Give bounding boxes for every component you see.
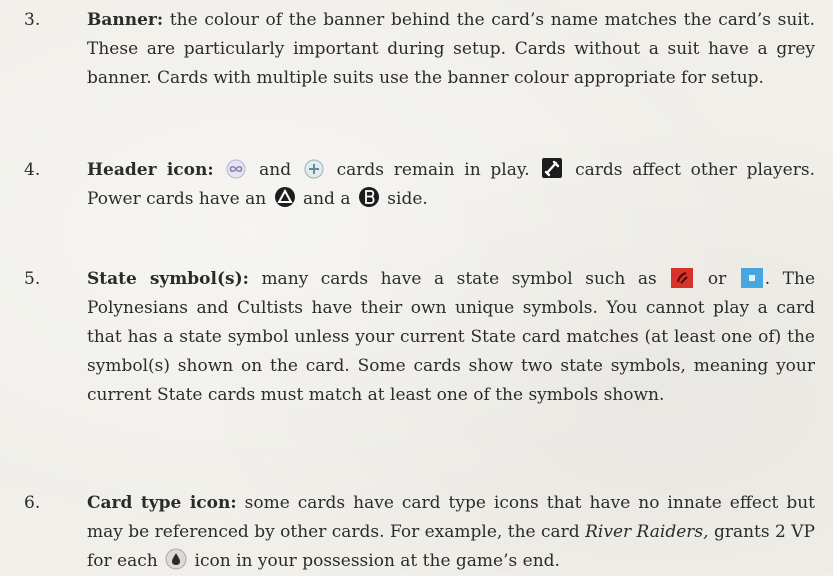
drop-icon bbox=[165, 548, 187, 570]
item-term: State symbol(s): bbox=[87, 269, 249, 289]
item-term: Banner: bbox=[87, 10, 164, 30]
blue-state-icon bbox=[740, 268, 763, 288]
item-text-segment: icon in your possession at the game’s en… bbox=[194, 551, 560, 571]
item-term: Header icon: bbox=[87, 160, 214, 180]
item-text-segment: side. bbox=[387, 189, 428, 209]
item-text-segment: or bbox=[707, 269, 727, 289]
item-body: Header icon: and cards remain in play. c… bbox=[87, 156, 815, 214]
rules-page: 3. Banner: the colour of the banner behi… bbox=[0, 0, 833, 575]
item-term: Card type icon: bbox=[87, 493, 237, 513]
attack-icon bbox=[541, 157, 563, 179]
item-text-segment: . The Polynesians and Cultists have thei… bbox=[87, 269, 816, 405]
item-text-segment: and a bbox=[302, 189, 351, 209]
item-body: Card type icon: some cards have card typ… bbox=[87, 489, 815, 576]
power-a-icon bbox=[274, 186, 296, 208]
card-name: River Raiders, bbox=[585, 522, 709, 542]
item-number: 6. bbox=[24, 493, 41, 513]
item-text-segment: many cards have a state symbol such as bbox=[261, 269, 657, 289]
item-text: the colour of the banner behind the card… bbox=[87, 10, 815, 88]
item-body: Banner: the colour of the banner behind … bbox=[87, 6, 815, 93]
item-number: 5. bbox=[24, 269, 41, 289]
item-number: 3. bbox=[24, 10, 41, 30]
item-text-segment: and bbox=[259, 160, 292, 180]
power-b-icon bbox=[358, 186, 380, 208]
item-body: State symbol(s): many cards have a state… bbox=[87, 265, 815, 410]
item-text-segment: cards remain in play. bbox=[336, 160, 530, 180]
item-number: 4. bbox=[24, 160, 41, 180]
red-state-icon bbox=[671, 268, 694, 288]
plus-circle-icon bbox=[303, 159, 325, 179]
infinity-icon bbox=[225, 159, 247, 179]
